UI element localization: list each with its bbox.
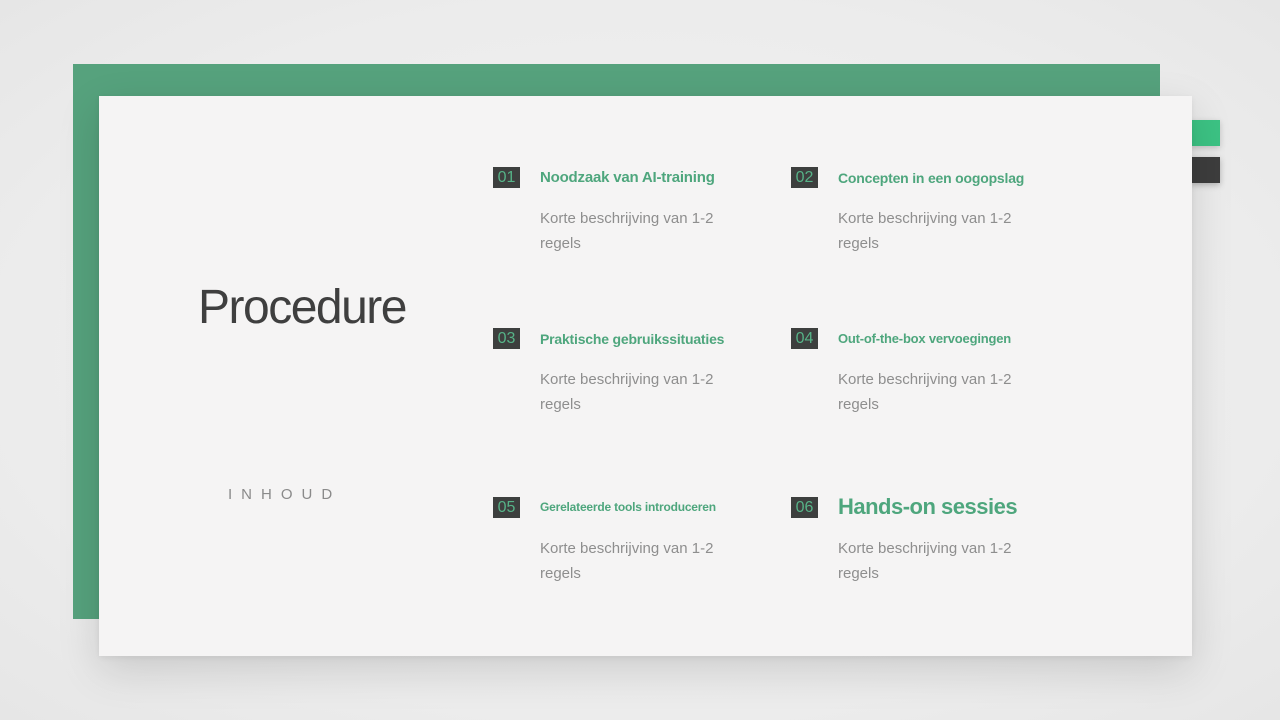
item-number-badge: 06 bbox=[791, 497, 818, 518]
item-number-badge: 04 bbox=[791, 328, 818, 349]
green-tab bbox=[1190, 120, 1220, 146]
slide-subtitle: INHOUD bbox=[228, 486, 342, 503]
item-title: Noodzaak van AI-training bbox=[540, 169, 715, 186]
item-description: Korte beschrijving van 1-2 regels bbox=[838, 210, 1012, 252]
item-number-badge: 03 bbox=[493, 328, 520, 349]
slide-stage: Procedure INHOUD 01 Noodzaak van AI-trai… bbox=[0, 0, 1280, 720]
item-description: Korte beschrijving van 1-2 regels bbox=[838, 371, 1012, 413]
item-title: Hands-on sessies bbox=[838, 494, 1018, 519]
item-description: Korte beschrijving van 1-2 regels bbox=[540, 210, 714, 252]
item-description: Korte beschrijving van 1-2 regels bbox=[838, 540, 1012, 582]
dark-tab bbox=[1190, 157, 1220, 183]
item-title: Gerelateerde tools introduceren bbox=[540, 500, 716, 514]
slide-title: Procedure bbox=[198, 281, 407, 334]
item-title: Out-of-the-box vervoegingen bbox=[838, 331, 1011, 346]
content-card: Procedure INHOUD 01 Noodzaak van AI-trai… bbox=[99, 96, 1192, 656]
item-title: Concepten in een oogopslag bbox=[838, 170, 1025, 186]
item-number-badge: 01 bbox=[493, 167, 520, 188]
item-number-badge: 02 bbox=[791, 167, 818, 188]
item-description: Korte beschrijving van 1-2 regels bbox=[540, 540, 714, 582]
item-description: Korte beschrijving van 1-2 regels bbox=[540, 371, 714, 413]
item-title: Praktische gebruikssituaties bbox=[540, 331, 725, 347]
item-number-badge: 05 bbox=[493, 497, 520, 518]
